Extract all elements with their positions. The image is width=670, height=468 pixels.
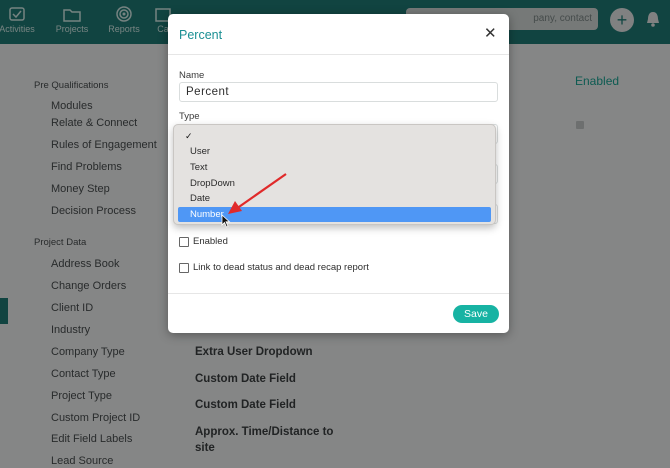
modal-title: Percent (179, 28, 223, 42)
save-button[interactable]: Save (453, 305, 499, 323)
name-label: Name (179, 70, 205, 81)
modal-header: Percent ✕ (168, 14, 509, 55)
close-icon[interactable]: ✕ (484, 26, 497, 41)
name-input[interactable]: Percent (179, 82, 498, 102)
enabled-option[interactable]: Enabled (179, 236, 228, 247)
type-label: Type (179, 111, 200, 122)
type-option-user[interactable]: User (178, 144, 491, 159)
selected-checkmark: ✓ (185, 131, 193, 141)
enabled-checkbox-modal[interactable] (179, 236, 189, 247)
modal-footer-divider (168, 293, 509, 294)
annotation-arrow-icon (228, 173, 287, 214)
dead-status-option[interactable]: Link to dead status and dead recap repor… (179, 262, 369, 273)
type-option-blank[interactable]: ✓ (178, 129, 491, 144)
dead-status-checkbox-label: Link to dead status and dead recap repor… (193, 262, 369, 273)
enabled-checkbox-label: Enabled (193, 236, 228, 247)
mouse-pointer-icon (221, 214, 231, 228)
dead-status-checkbox[interactable] (179, 262, 189, 273)
